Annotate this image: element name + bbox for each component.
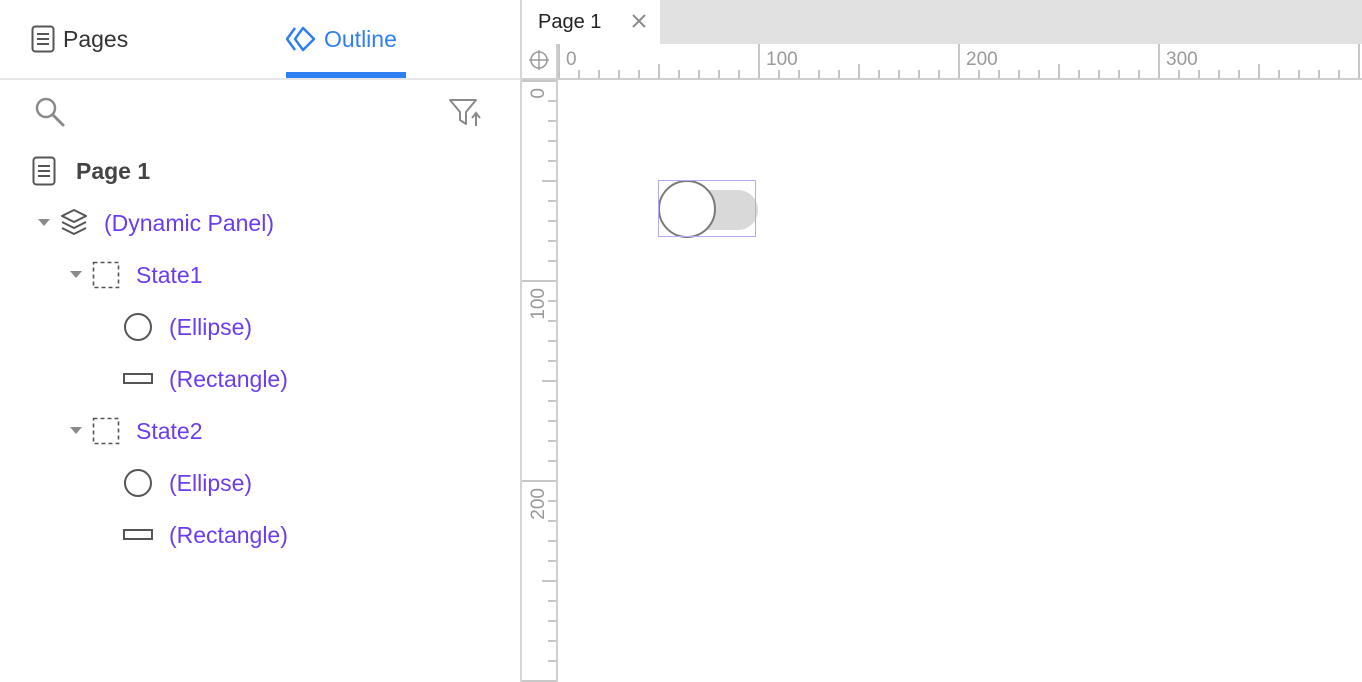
document-tab[interactable]: Page 1 xyxy=(522,0,660,44)
vertical-ruler[interactable]: 0 100 200 xyxy=(522,80,558,682)
horizontal-ruler[interactable]: 0 100 200 300 xyxy=(558,44,1362,80)
tree-item-ellipse[interactable]: (Ellipse) xyxy=(0,463,520,503)
ruler-label: 200 xyxy=(528,488,549,520)
tree-item-label: (Ellipse) xyxy=(169,470,253,496)
tree-item-label: (Dynamic Panel) xyxy=(104,210,274,236)
panel-tabs: Pages Outline xyxy=(0,0,520,80)
tree-item-page[interactable]: Page 1 xyxy=(0,151,520,191)
outline-icon xyxy=(285,26,316,52)
state-icon xyxy=(92,417,120,445)
ruler-label: 100 xyxy=(766,49,798,70)
tree-item-dynamic-panel[interactable]: (Dynamic Panel) xyxy=(0,203,520,243)
tab-pages-label: Pages xyxy=(63,25,129,52)
dynamic-panel-selection[interactable] xyxy=(658,180,756,237)
tree-item-rectangle[interactable]: (Rectangle) xyxy=(0,359,520,399)
ruler-label: 0 xyxy=(566,49,577,70)
design-canvas[interactable] xyxy=(558,80,1362,682)
rectangle-icon xyxy=(123,528,153,542)
tab-pages[interactable]: Pages xyxy=(31,0,128,78)
ruler-label: 300 xyxy=(1166,49,1198,70)
filter-sort-icon[interactable] xyxy=(448,98,484,128)
tree-item-state2[interactable]: State2 xyxy=(0,411,520,451)
expand-caret-icon[interactable] xyxy=(38,219,50,226)
tree-item-label: (Rectangle) xyxy=(169,366,288,392)
editor-area: Page 1 0 100 200 300 0 100 200 xyxy=(520,0,1362,682)
tab-outline-label: Outline xyxy=(324,25,397,52)
close-icon[interactable] xyxy=(630,12,648,30)
rectangle-icon xyxy=(123,372,153,386)
active-tab-indicator xyxy=(286,72,406,78)
tree-item-state1[interactable]: State1 xyxy=(0,255,520,295)
tree-item-rectangle[interactable]: (Rectangle) xyxy=(0,515,520,555)
app-window: Pages Outline Page 1 (Dynamic Panel) Sta… xyxy=(0,0,1362,682)
tree-item-ellipse[interactable]: (Ellipse) xyxy=(0,307,520,347)
ruler-origin-icon[interactable] xyxy=(522,44,558,80)
ellipse-icon xyxy=(123,312,153,342)
document-tab-bar: Page 1 xyxy=(522,0,1362,44)
tree-item-label: (Ellipse) xyxy=(169,314,253,340)
tree-item-label: Page 1 xyxy=(76,158,151,184)
page-icon xyxy=(31,25,55,53)
search-icon[interactable] xyxy=(34,96,66,128)
document-tab-label: Page 1 xyxy=(538,11,602,33)
tree-item-label: State2 xyxy=(136,418,203,444)
tab-outline[interactable]: Outline xyxy=(285,0,397,78)
expand-caret-icon[interactable] xyxy=(70,271,82,278)
tree-item-label: (Rectangle) xyxy=(169,522,288,548)
ruler-label: 100 xyxy=(528,288,549,320)
page-icon xyxy=(32,156,56,186)
ellipse-icon xyxy=(123,468,153,498)
state-icon xyxy=(92,261,120,289)
left-panel: Pages Outline Page 1 (Dynamic Panel) Sta… xyxy=(0,0,520,682)
tree-item-label: State1 xyxy=(136,262,203,288)
expand-caret-icon[interactable] xyxy=(70,427,82,434)
ruler-label: 0 xyxy=(528,88,549,99)
layers-icon xyxy=(60,208,88,238)
ruler-label: 200 xyxy=(966,49,998,70)
